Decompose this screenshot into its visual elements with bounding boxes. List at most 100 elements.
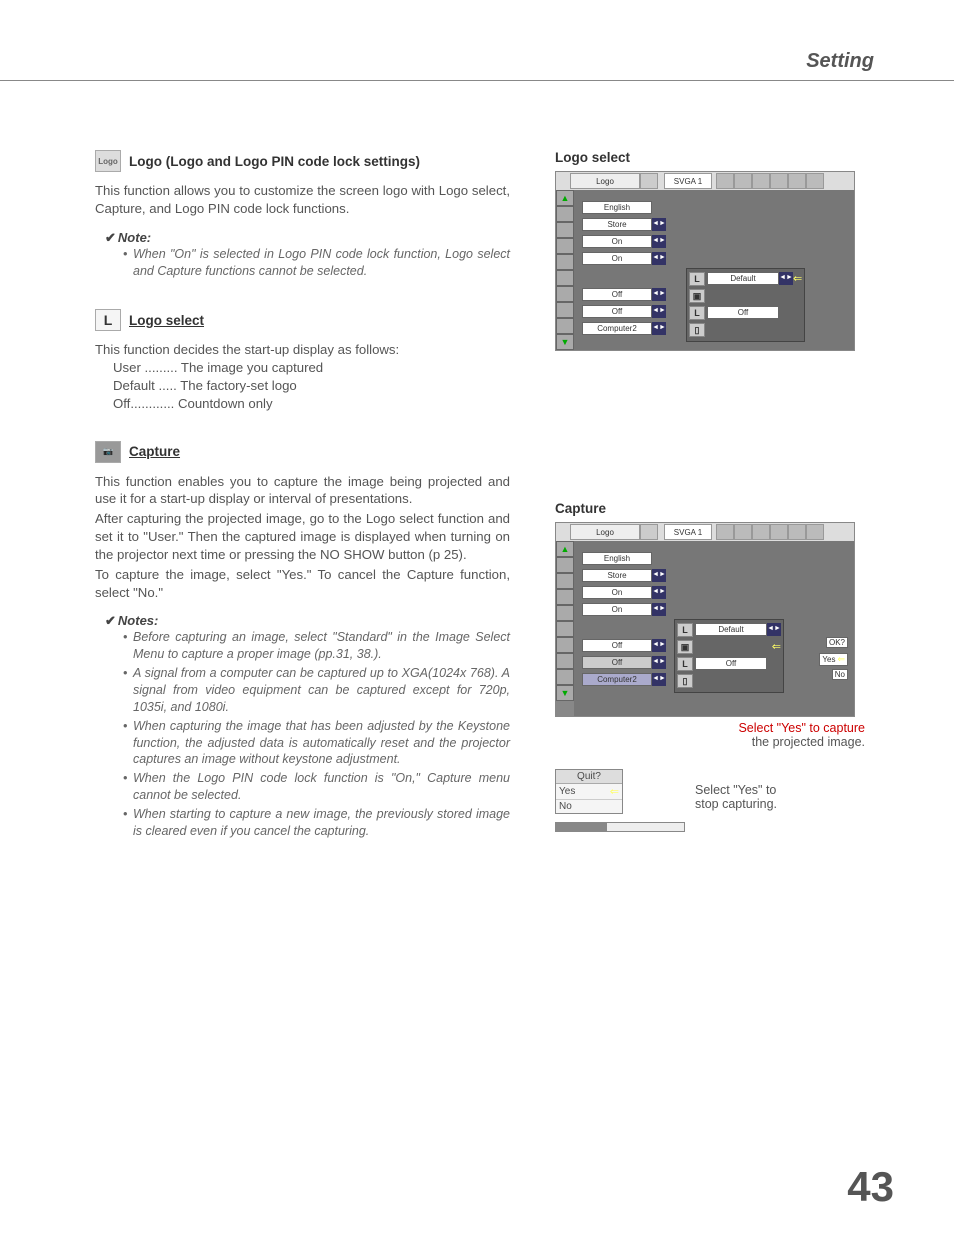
row2-on1: On xyxy=(582,586,652,599)
icon-e2 xyxy=(556,621,574,637)
logoselect-intro: This function decides the start-up displ… xyxy=(95,341,510,359)
m6 xyxy=(806,173,824,189)
arrow-icon: ◄► xyxy=(652,252,666,265)
arrow-icon: ◄► xyxy=(652,586,666,599)
note2: A signal from a computer can be captured… xyxy=(133,665,510,716)
arrow-icon: ◄► xyxy=(652,218,666,231)
fig1-label: Logo select xyxy=(555,150,865,165)
capture-notes-head: Notes: xyxy=(105,613,510,629)
menu2-icon1 xyxy=(640,524,658,540)
icon-f xyxy=(556,286,574,302)
right-column: Logo select Logo SVGA 1 ▲ xyxy=(555,150,865,832)
m2b xyxy=(734,524,752,540)
down-arrow-icon: ▼ xyxy=(556,685,574,701)
capture-head: 📷 Capture xyxy=(95,441,510,463)
icon-a xyxy=(556,206,574,222)
quit-no: No xyxy=(556,800,622,813)
row-off1: Off xyxy=(582,288,652,301)
m1 xyxy=(716,173,734,189)
opt-default: Default ..... The factory-set logo xyxy=(113,377,510,395)
menu-screenshot-1: Logo SVGA 1 ▲ ▼ xyxy=(555,171,855,351)
m1b xyxy=(716,524,734,540)
m2 xyxy=(734,173,752,189)
progress-bar xyxy=(555,822,685,832)
sub2-default: Default xyxy=(695,623,767,636)
up-arrow-icon: ▲ xyxy=(556,541,574,557)
menu2-body: ▲ ▼ English Store◄► On◄► On◄► Off◄► Off◄… xyxy=(556,541,854,716)
icon-d2 xyxy=(556,605,574,621)
icon-b2 xyxy=(556,573,574,589)
menu2-logo: Logo xyxy=(570,524,640,540)
camera-icon: 📷 xyxy=(95,441,121,463)
down-arrow-icon: ▼ xyxy=(556,334,574,350)
note1: Before capturing an image, select "Stand… xyxy=(133,629,510,663)
logo-section-head: Logo Logo (Logo and Logo PIN code lock s… xyxy=(95,150,510,172)
note3: When capturing the image that has been a… xyxy=(133,718,510,769)
icon-b xyxy=(556,222,574,238)
icon-c xyxy=(556,238,574,254)
sub-lock-icon: L xyxy=(689,306,705,320)
arrow-icon: ◄► xyxy=(652,569,666,582)
row-store: Store xyxy=(582,218,652,231)
capture-caption-1: Select "Yes" to capture xyxy=(555,721,865,735)
sub-default: Default xyxy=(707,272,779,285)
pointer-icon: ⇐ xyxy=(793,272,802,285)
icon-e xyxy=(556,270,574,286)
m4 xyxy=(770,173,788,189)
arrow-icon: ◄► xyxy=(652,656,666,669)
page-number: 43 xyxy=(847,1163,894,1211)
row-off2: Off xyxy=(582,305,652,318)
row-english: English xyxy=(582,201,652,214)
submenu-1: LDefault◄►⇐ ▣ LOff ▯ xyxy=(686,268,805,342)
pointer-icon: ⇐ xyxy=(610,785,619,798)
quit-no-txt: No xyxy=(559,801,572,812)
no-row: No xyxy=(832,669,848,680)
capture-title: Capture xyxy=(129,444,180,459)
row-on2: On xyxy=(582,252,652,265)
arrow-icon: ◄► xyxy=(652,305,666,318)
logo-note-body: •When "On" is selected in Logo PIN code … xyxy=(123,246,510,280)
note5: When starting to capture a new image, th… xyxy=(133,806,510,840)
arrow-icon: ◄► xyxy=(652,603,666,616)
quit-cap1: Select "Yes" to xyxy=(695,783,777,797)
row2-on2: On xyxy=(582,603,652,616)
icon-f2 xyxy=(556,637,574,653)
capture-p2: After capturing the projected image, go … xyxy=(95,510,510,563)
icon-h xyxy=(556,318,574,334)
m3 xyxy=(752,173,770,189)
note4: When the Logo PIN code lock function is … xyxy=(133,770,510,804)
fig2-label: Capture xyxy=(555,501,865,516)
letter-l-icon: L xyxy=(95,309,121,331)
menu2-top: Logo SVGA 1 xyxy=(556,523,854,541)
capture-p3: To capture the image, select "Yes." To c… xyxy=(95,566,510,602)
m5 xyxy=(788,173,806,189)
sub-exit-icon: ▯ xyxy=(689,323,705,337)
arrow-icon: ◄► xyxy=(652,235,666,248)
icon-g xyxy=(556,302,574,318)
sub2-lock-icon: L xyxy=(677,657,693,671)
row2-computer2: Computer2 xyxy=(582,673,652,686)
capture-p1: This function enables you to capture the… xyxy=(95,473,510,509)
arrow-icon: ◄► xyxy=(652,673,666,686)
opt-off: Off............ Countdown only xyxy=(113,395,510,413)
row2-english: English xyxy=(582,552,652,565)
sub-cam-icon: ▣ xyxy=(689,289,705,303)
logo-section-body: This function allows you to customize th… xyxy=(95,182,510,218)
logo-section-title: Logo (Logo and Logo PIN code lock settin… xyxy=(129,154,420,169)
icon-h2 xyxy=(556,669,574,685)
menu1-logo: Logo xyxy=(570,173,640,189)
capture-notes-body: •Before capturing an image, select "Stan… xyxy=(123,629,510,840)
menu1-svga: SVGA 1 xyxy=(664,173,712,189)
row-on1: On xyxy=(582,235,652,248)
menu2-svga: SVGA 1 xyxy=(664,524,712,540)
logo-icon: Logo xyxy=(95,150,121,172)
arrow-icon: ◄► xyxy=(652,639,666,652)
row2-off2: Off xyxy=(582,656,652,669)
icon-a2 xyxy=(556,557,574,573)
quit-head: Quit? xyxy=(556,770,622,784)
submenu-2: LDefault◄► ▣⇐ LOff ▯ xyxy=(674,619,784,693)
page-header-title: Setting xyxy=(806,50,874,73)
up-arrow-icon: ▲ xyxy=(556,190,574,206)
row-computer2: Computer2 xyxy=(582,322,652,335)
quit-caption: Select "Yes" to stop capturing. xyxy=(695,783,777,811)
